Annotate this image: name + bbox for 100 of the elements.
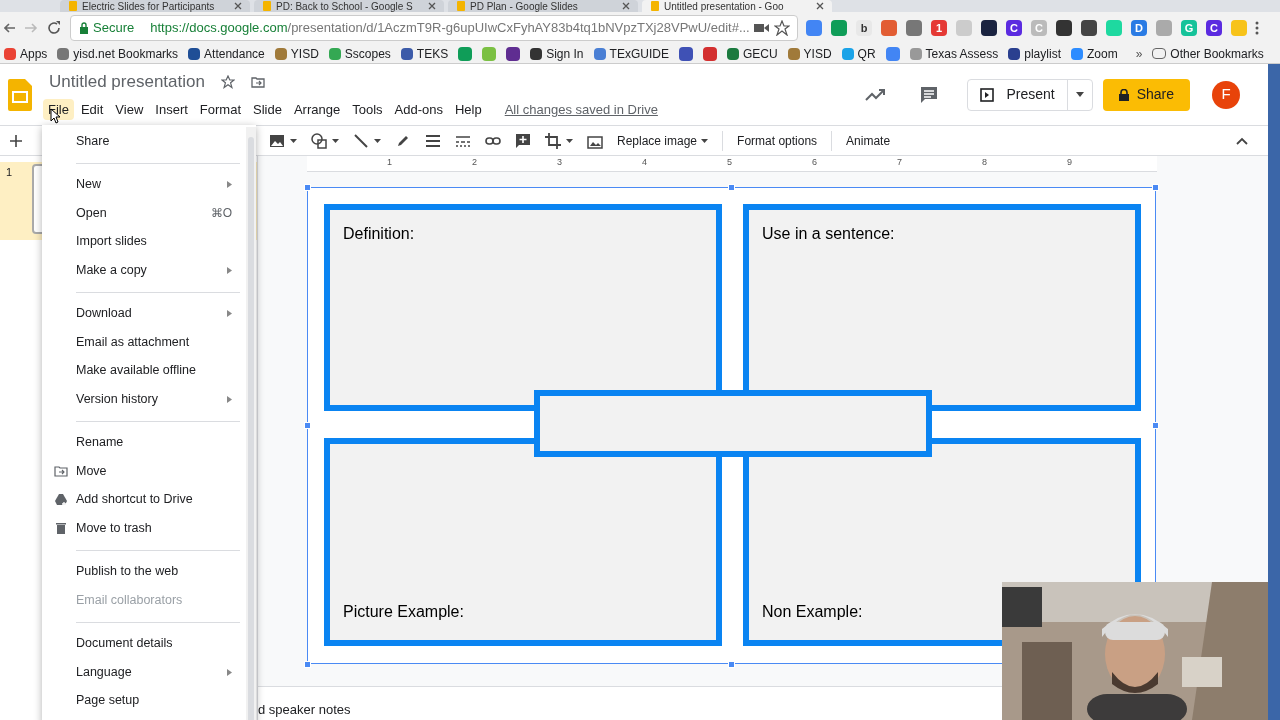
menu-item[interactable]: Language <box>42 658 246 687</box>
extension-icon[interactable] <box>1056 20 1072 36</box>
bookmark[interactable]: yisd.net Bookmarks <box>57 44 179 63</box>
share-button[interactable]: Share <box>1102 78 1190 111</box>
address-bar[interactable]: Secure https://docs.google.com/presentation/d/1AczmT9R-g6upUIwCxFyhAY83b4tq1bNVpzTXj28VPwU/edit#... <box>70 15 798 41</box>
bookmark[interactable]: TExGUIDE <box>593 44 669 63</box>
bookmark-icon[interactable] <box>678 46 693 61</box>
menu-item[interactable]: Version history <box>42 385 246 414</box>
bookmark[interactable]: Sscopes <box>328 44 391 63</box>
menu-item[interactable]: Import slides <box>42 227 246 256</box>
close-icon[interactable] <box>428 2 436 10</box>
bookmark[interactable]: QR <box>841 44 876 63</box>
star-icon[interactable] <box>220 74 235 89</box>
bookmark-icon[interactable] <box>506 46 521 61</box>
menu-item[interactable]: Open ⌘O <box>42 199 246 228</box>
extension-icon[interactable]: b <box>856 20 872 36</box>
extension-icon[interactable]: 1 <box>931 20 947 36</box>
menu-item[interactable]: Add-ons <box>389 98 448 120</box>
animate-button[interactable]: Animate <box>846 131 891 150</box>
menu-item[interactable]: Rename <box>42 428 246 457</box>
selection-handle[interactable] <box>728 661 735 668</box>
browser-tab[interactable]: Untitled presentation - Goo <box>642 0 832 12</box>
collapse-icon[interactable] <box>1236 136 1248 145</box>
menu-item[interactable]: Help <box>449 98 487 120</box>
menu-item[interactable]: Page setup <box>42 686 246 715</box>
caret-icon[interactable] <box>566 138 573 143</box>
present-button[interactable]: Present <box>967 78 1093 111</box>
bookmark-icon[interactable] <box>702 46 717 61</box>
bookmark[interactable]: Zoom <box>1070 44 1118 63</box>
caret-icon[interactable] <box>1075 92 1084 97</box>
menu-item[interactable]: New <box>42 170 246 199</box>
menu-item[interactable]: Share <box>42 127 246 156</box>
center-rectangle[interactable] <box>534 390 932 457</box>
menu-item[interactable]: Move to trash <box>42 514 246 543</box>
speaker-notes-panel[interactable]: d speaker notes <box>258 686 1002 720</box>
more-bookmarks[interactable]: » <box>1135 44 1143 63</box>
account-avatar[interactable]: F <box>1212 80 1240 109</box>
bookmark[interactable]: playlist <box>1008 44 1061 63</box>
add-comment-icon[interactable] <box>515 132 531 149</box>
bookmark[interactable]: Sign In <box>530 44 584 63</box>
menu-item[interactable]: Insert <box>150 98 193 120</box>
menu-item[interactable]: Make a copy <box>42 256 246 285</box>
menu-item[interactable]: Format <box>194 98 246 120</box>
bookmark[interactable]: Attendance <box>188 44 265 63</box>
plus-icon[interactable] <box>10 134 22 147</box>
bookmark[interactable]: TEKS <box>400 44 449 63</box>
selection-handle[interactable] <box>304 661 311 668</box>
save-status-link[interactable]: All changes saved in Drive <box>504 99 658 119</box>
close-icon[interactable] <box>234 2 242 10</box>
menu-item[interactable]: Tools <box>347 98 388 120</box>
crop-icon[interactable] <box>545 132 561 149</box>
extension-icon[interactable] <box>981 20 997 36</box>
menu-item[interactable]: Publish to the web <box>42 557 246 586</box>
image-icon[interactable] <box>269 132 285 149</box>
extension-icon[interactable]: D <box>1131 20 1147 36</box>
selection-handle[interactable] <box>304 184 311 191</box>
selection-handle[interactable] <box>728 184 735 191</box>
extension-icon[interactable]: C <box>1006 20 1022 36</box>
back-icon[interactable] <box>4 22 16 34</box>
caret-icon[interactable] <box>374 138 381 143</box>
menu-item[interactable]: Arrange <box>288 98 346 120</box>
file-menu[interactable] <box>42 125 256 720</box>
menu-item[interactable]: Download <box>42 299 246 328</box>
bookmark[interactable]: Apps <box>4 44 48 63</box>
caret-icon[interactable] <box>332 138 339 143</box>
bookmark[interactable]: YISD <box>274 44 319 63</box>
text-box[interactable]: Picture Example: <box>324 438 722 646</box>
menu-item[interactable]: Add shortcut to Drive <box>42 485 246 514</box>
extension-icon[interactable] <box>1081 20 1097 36</box>
document-title[interactable]: Untitled presentation <box>49 69 205 95</box>
menu-icon[interactable] <box>1255 21 1259 35</box>
text-box[interactable]: Definition: <box>324 204 722 411</box>
menu-item[interactable]: View <box>110 98 149 120</box>
star-icon[interactable] <box>773 20 790 36</box>
menu-item[interactable]: Document details <box>42 629 246 658</box>
close-icon[interactable] <box>816 2 824 10</box>
menu-item[interactable]: Email as attachment <box>42 328 246 357</box>
selection-handle[interactable] <box>304 422 311 429</box>
bookmark[interactable]: Texas Assess <box>909 44 999 63</box>
format-options-button[interactable]: Format options <box>737 131 818 150</box>
bookmark[interactable]: YISD <box>787 44 832 63</box>
bookmark[interactable]: GECU <box>726 44 778 63</box>
camera-icon[interactable] <box>753 22 770 34</box>
caret-icon[interactable] <box>290 138 297 143</box>
menu-item[interactable]: Edit <box>75 98 109 120</box>
menu-item[interactable]: Make available offline <box>42 356 246 385</box>
browser-tab[interactable]: Electric Slides for Participants <box>60 0 250 12</box>
extension-icon[interactable]: C <box>1206 20 1222 36</box>
activity-icon[interactable] <box>865 88 886 101</box>
menu-item[interactable]: Slide <box>248 98 287 120</box>
menu-item[interactable]: Move <box>42 457 246 486</box>
line-icon[interactable] <box>353 132 369 149</box>
line-weight-icon[interactable] <box>425 132 441 149</box>
text-box[interactable]: Use in a sentence: <box>743 204 1141 411</box>
browser-tab[interactable]: PD Plan - Google Slides <box>448 0 638 12</box>
selection-handle[interactable] <box>1152 422 1159 429</box>
replace-image-button[interactable]: Replace image <box>617 131 709 150</box>
browser-tab[interactable]: PD: Back to School - Google S <box>254 0 444 12</box>
close-icon[interactable] <box>622 2 630 10</box>
comment-icon[interactable] <box>919 84 940 105</box>
